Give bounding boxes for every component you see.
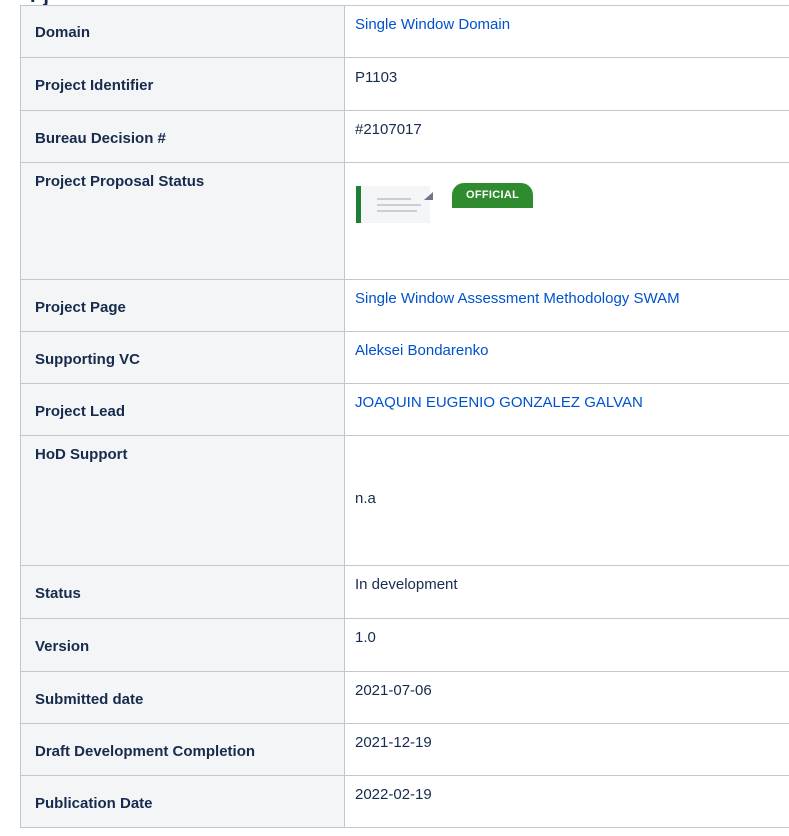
supporting-vc-link[interactable]: Aleksei Bondarenko xyxy=(355,342,488,359)
row-label: HoD Support xyxy=(20,435,345,566)
row-value: 2021-12-19 xyxy=(344,723,789,776)
row-value: n.a xyxy=(344,435,789,566)
row-label: Publication Date xyxy=(20,775,345,828)
row-label: Status xyxy=(20,565,345,619)
table-row: Project Identifier P1103 xyxy=(20,57,789,111)
row-value: Single Window Assessment Methodology SWA… xyxy=(344,279,789,332)
row-label: Supporting VC xyxy=(20,331,345,384)
domain-link[interactable]: Single Window Domain xyxy=(355,16,510,33)
row-label-text: Domain xyxy=(35,24,91,41)
table-row: Domain Single Window Domain xyxy=(20,5,789,58)
row-label-text: Supporting VC xyxy=(35,351,140,368)
row-label: Project Page xyxy=(20,279,345,332)
table-row: Submitted date 2021-07-06 xyxy=(20,671,789,724)
row-label-text: HoD Support xyxy=(35,446,128,463)
row-label: Draft Development Completion xyxy=(20,723,345,776)
table-row: Project Proposal Status OFFICIAL xyxy=(20,162,789,280)
table-row: HoD Support n.a xyxy=(20,435,789,566)
table-row: Project Lead JOAQUIN EUGENIO GONZALEZ GA… xyxy=(20,383,789,436)
table-row: Supporting VC Aleksei Bondarenko xyxy=(20,331,789,384)
hod-support-value: n.a xyxy=(355,490,376,507)
row-value: #2107017 xyxy=(344,110,789,163)
row-label-text: Project Page xyxy=(35,299,126,316)
row-label: Domain xyxy=(20,5,345,58)
proposal-status-widget[interactable]: OFFICIAL xyxy=(356,183,789,223)
table-row: Version 1.0 xyxy=(20,618,789,672)
row-label: Version xyxy=(20,618,345,672)
project-page-link[interactable]: Single Window Assessment Methodology SWA… xyxy=(355,290,680,307)
project-lead-link[interactable]: JOAQUIN EUGENIO GONZALEZ GALVAN xyxy=(355,394,643,411)
row-value: JOAQUIN EUGENIO GONZALEZ GALVAN xyxy=(344,383,789,436)
row-value: 2021-07-06 xyxy=(344,671,789,724)
row-value: Aleksei Bondarenko xyxy=(344,331,789,384)
row-label: Submitted date xyxy=(20,671,345,724)
row-label-text: Draft Development Completion xyxy=(35,743,256,760)
row-value: In development xyxy=(344,565,789,619)
bureau-decision-value: #2107017 xyxy=(355,121,422,138)
row-value: 1.0 xyxy=(344,618,789,672)
row-label: Project Identifier xyxy=(20,57,345,111)
row-label: Bureau Decision # xyxy=(20,110,345,163)
row-label-text: Bureau Decision # xyxy=(35,130,166,147)
row-label-text: Submitted date xyxy=(35,691,144,708)
row-label-text: Project Lead xyxy=(35,403,126,420)
table-row: Project Page Single Window Assessment Me… xyxy=(20,279,789,332)
project-properties-table: Domain Single Window Domain Project Iden… xyxy=(20,5,789,828)
row-label-text: Status xyxy=(35,585,81,602)
version-value: 1.0 xyxy=(355,629,376,646)
row-label: Project Proposal Status xyxy=(20,162,345,280)
row-label: Project Lead xyxy=(20,383,345,436)
row-label-text: Version xyxy=(35,638,90,655)
table-row: Publication Date 2022-02-19 xyxy=(20,775,789,828)
row-label-text: Project Identifier xyxy=(35,77,154,94)
status-value: In development xyxy=(355,576,458,593)
publication-date-value: 2022-02-19 xyxy=(355,786,432,803)
draft-completion-value: 2021-12-19 xyxy=(355,734,432,751)
row-value: P1103 xyxy=(344,57,789,111)
status-badge: OFFICIAL xyxy=(452,183,534,208)
table-row: Draft Development Completion 2021-12-19 xyxy=(20,723,789,776)
row-value: 2022-02-19 xyxy=(344,775,789,828)
submitted-date-value: 2021-07-06 xyxy=(355,682,432,699)
table-row: Bureau Decision # #2107017 xyxy=(20,110,789,163)
row-label-text: Project Proposal Status xyxy=(35,173,205,190)
document-thumbnail-icon xyxy=(356,186,433,223)
table-row: Status In development xyxy=(20,565,789,619)
row-label-text: Publication Date xyxy=(35,795,153,812)
row-value: OFFICIAL xyxy=(344,162,789,280)
project-identifier-value: P1103 xyxy=(355,69,398,86)
row-value: Single Window Domain xyxy=(344,5,789,58)
